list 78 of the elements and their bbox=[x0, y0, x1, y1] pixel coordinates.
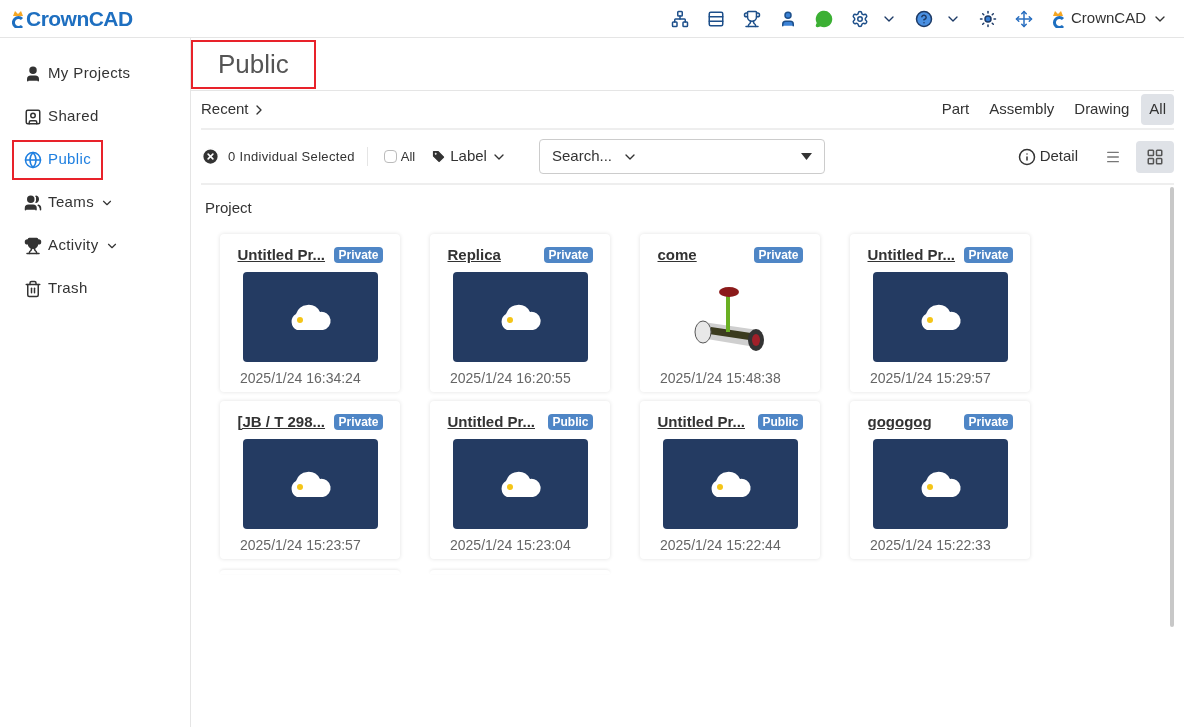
sidebar-item[interactable]: Teams bbox=[12, 182, 127, 223]
contact-card-icon bbox=[24, 107, 42, 126]
crown-icon bbox=[1051, 9, 1065, 28]
sidebar-item[interactable]: Shared bbox=[12, 96, 111, 137]
project-card[interactable]: Untitled Pr... Private 2025/1/24 15:29:57 bbox=[850, 233, 1030, 392]
visibility-badge: Private bbox=[754, 246, 803, 263]
grid-icon bbox=[1146, 147, 1164, 166]
sidebar-item[interactable]: My Projects bbox=[12, 53, 143, 94]
modified-date: 2025/1/24 15:22:44 bbox=[660, 536, 782, 555]
filter-tab[interactable]: All bbox=[1141, 94, 1174, 125]
filter-tab[interactable]: Drawing bbox=[1066, 94, 1138, 125]
project-card[interactable]: Untitled Pr... Private 2025/1/24 16:34:24 bbox=[220, 233, 400, 392]
chat-icon[interactable] bbox=[815, 9, 833, 28]
tag-icon bbox=[431, 149, 447, 164]
section-heading: Project bbox=[205, 198, 252, 218]
project-card[interactable]: [JB / T 298... Private 2025/1/24 15:23:57 bbox=[220, 400, 400, 559]
server-icon[interactable] bbox=[707, 9, 725, 28]
sidebar-item[interactable]: Public bbox=[12, 139, 104, 180]
project-title[interactable]: gogogog bbox=[867, 410, 932, 433]
crown-icon bbox=[12, 9, 24, 28]
selection-count: 0 Individual Selected bbox=[228, 146, 368, 167]
filter-tab[interactable]: Assembly bbox=[981, 94, 1063, 125]
modified-date: 2025/1/24 15:29:57 bbox=[870, 369, 992, 388]
trophy-icon bbox=[24, 236, 42, 255]
clear-selection-icon[interactable] bbox=[201, 147, 220, 166]
globe-icon bbox=[24, 150, 42, 169]
visibility-badge: Private bbox=[964, 413, 1013, 430]
network-icon[interactable] bbox=[671, 9, 689, 28]
project-card[interactable]: come Private 2025/1/24 15:48:38 bbox=[640, 233, 820, 392]
detail-button[interactable]: Detail bbox=[1017, 145, 1078, 168]
modified-date: 2025/1/24 15:23:57 bbox=[240, 536, 362, 555]
label-menu[interactable]: Label bbox=[431, 145, 507, 168]
project-card[interactable]: Untitled Pr... Public 2025/1/24 15:23:04 bbox=[430, 400, 610, 559]
recent-link[interactable]: Recent bbox=[201, 98, 267, 121]
project-title[interactable]: Untitled Pr... bbox=[657, 410, 745, 433]
project-title[interactable]: Untitled Pr... bbox=[447, 410, 535, 433]
modified-date: 2025/1/24 16:34:24 bbox=[240, 369, 362, 388]
settings-icon[interactable] bbox=[851, 9, 869, 28]
info-icon bbox=[1017, 147, 1036, 166]
filter-tab[interactable]: Part bbox=[933, 94, 978, 125]
project-card[interactable]: Untitled Pr... Public 2025/1/24 15:22:44 bbox=[640, 400, 820, 559]
trophy-icon[interactable] bbox=[743, 9, 761, 28]
trash-icon bbox=[24, 279, 42, 298]
user-icon[interactable] bbox=[779, 9, 797, 28]
sidebar-item[interactable]: Trash bbox=[12, 268, 100, 309]
scrollbar[interactable] bbox=[1170, 187, 1174, 627]
user-icon bbox=[24, 64, 42, 83]
modified-date: 2025/1/24 15:22:33 bbox=[870, 536, 992, 555]
project-title[interactable]: Untitled Pr... bbox=[867, 243, 955, 266]
visibility-badge: Private bbox=[334, 413, 383, 430]
search-input[interactable]: Search... bbox=[551, 145, 618, 168]
visibility-badge: Private bbox=[964, 246, 1013, 263]
modified-date: 2025/1/24 15:48:38 bbox=[660, 369, 782, 388]
modified-date: 2025/1/24 15:23:04 bbox=[450, 536, 572, 555]
checkbox[interactable] bbox=[383, 150, 397, 163]
help-icon[interactable] bbox=[915, 9, 933, 28]
grid-view-button[interactable] bbox=[1136, 140, 1174, 173]
page-title: Public bbox=[191, 39, 316, 89]
dropdown-arrow-icon bbox=[800, 153, 812, 160]
move-icon[interactable] bbox=[1015, 9, 1033, 28]
logo[interactable]: CrownCAD bbox=[26, 2, 133, 35]
project-title[interactable]: Replica bbox=[447, 243, 501, 266]
project-card[interactable]: gogogog Private 2025/1/24 15:22:33 bbox=[850, 400, 1030, 559]
sun-icon[interactable] bbox=[979, 9, 997, 28]
users-icon bbox=[24, 193, 42, 212]
visibility-badge: Private bbox=[334, 246, 383, 263]
search-box[interactable]: Search... bbox=[538, 139, 825, 174]
project-title[interactable]: Untitled Pr... bbox=[237, 243, 325, 266]
modified-date: 2025/1/24 16:20:55 bbox=[450, 369, 572, 388]
project-title[interactable]: come bbox=[657, 243, 697, 266]
sidebar-item[interactable]: Activity bbox=[12, 225, 131, 266]
visibility-badge: Public bbox=[758, 413, 803, 430]
visibility-badge: Public bbox=[548, 413, 593, 430]
checkbox-label: All bbox=[400, 147, 416, 166]
visibility-badge: Private bbox=[544, 246, 593, 263]
user-name[interactable]: CrownCAD bbox=[1071, 7, 1146, 30]
project-card[interactable]: Replica Private 2025/1/24 16:20:55 bbox=[430, 233, 610, 392]
project-title[interactable]: [JB / T 298... bbox=[237, 410, 326, 433]
